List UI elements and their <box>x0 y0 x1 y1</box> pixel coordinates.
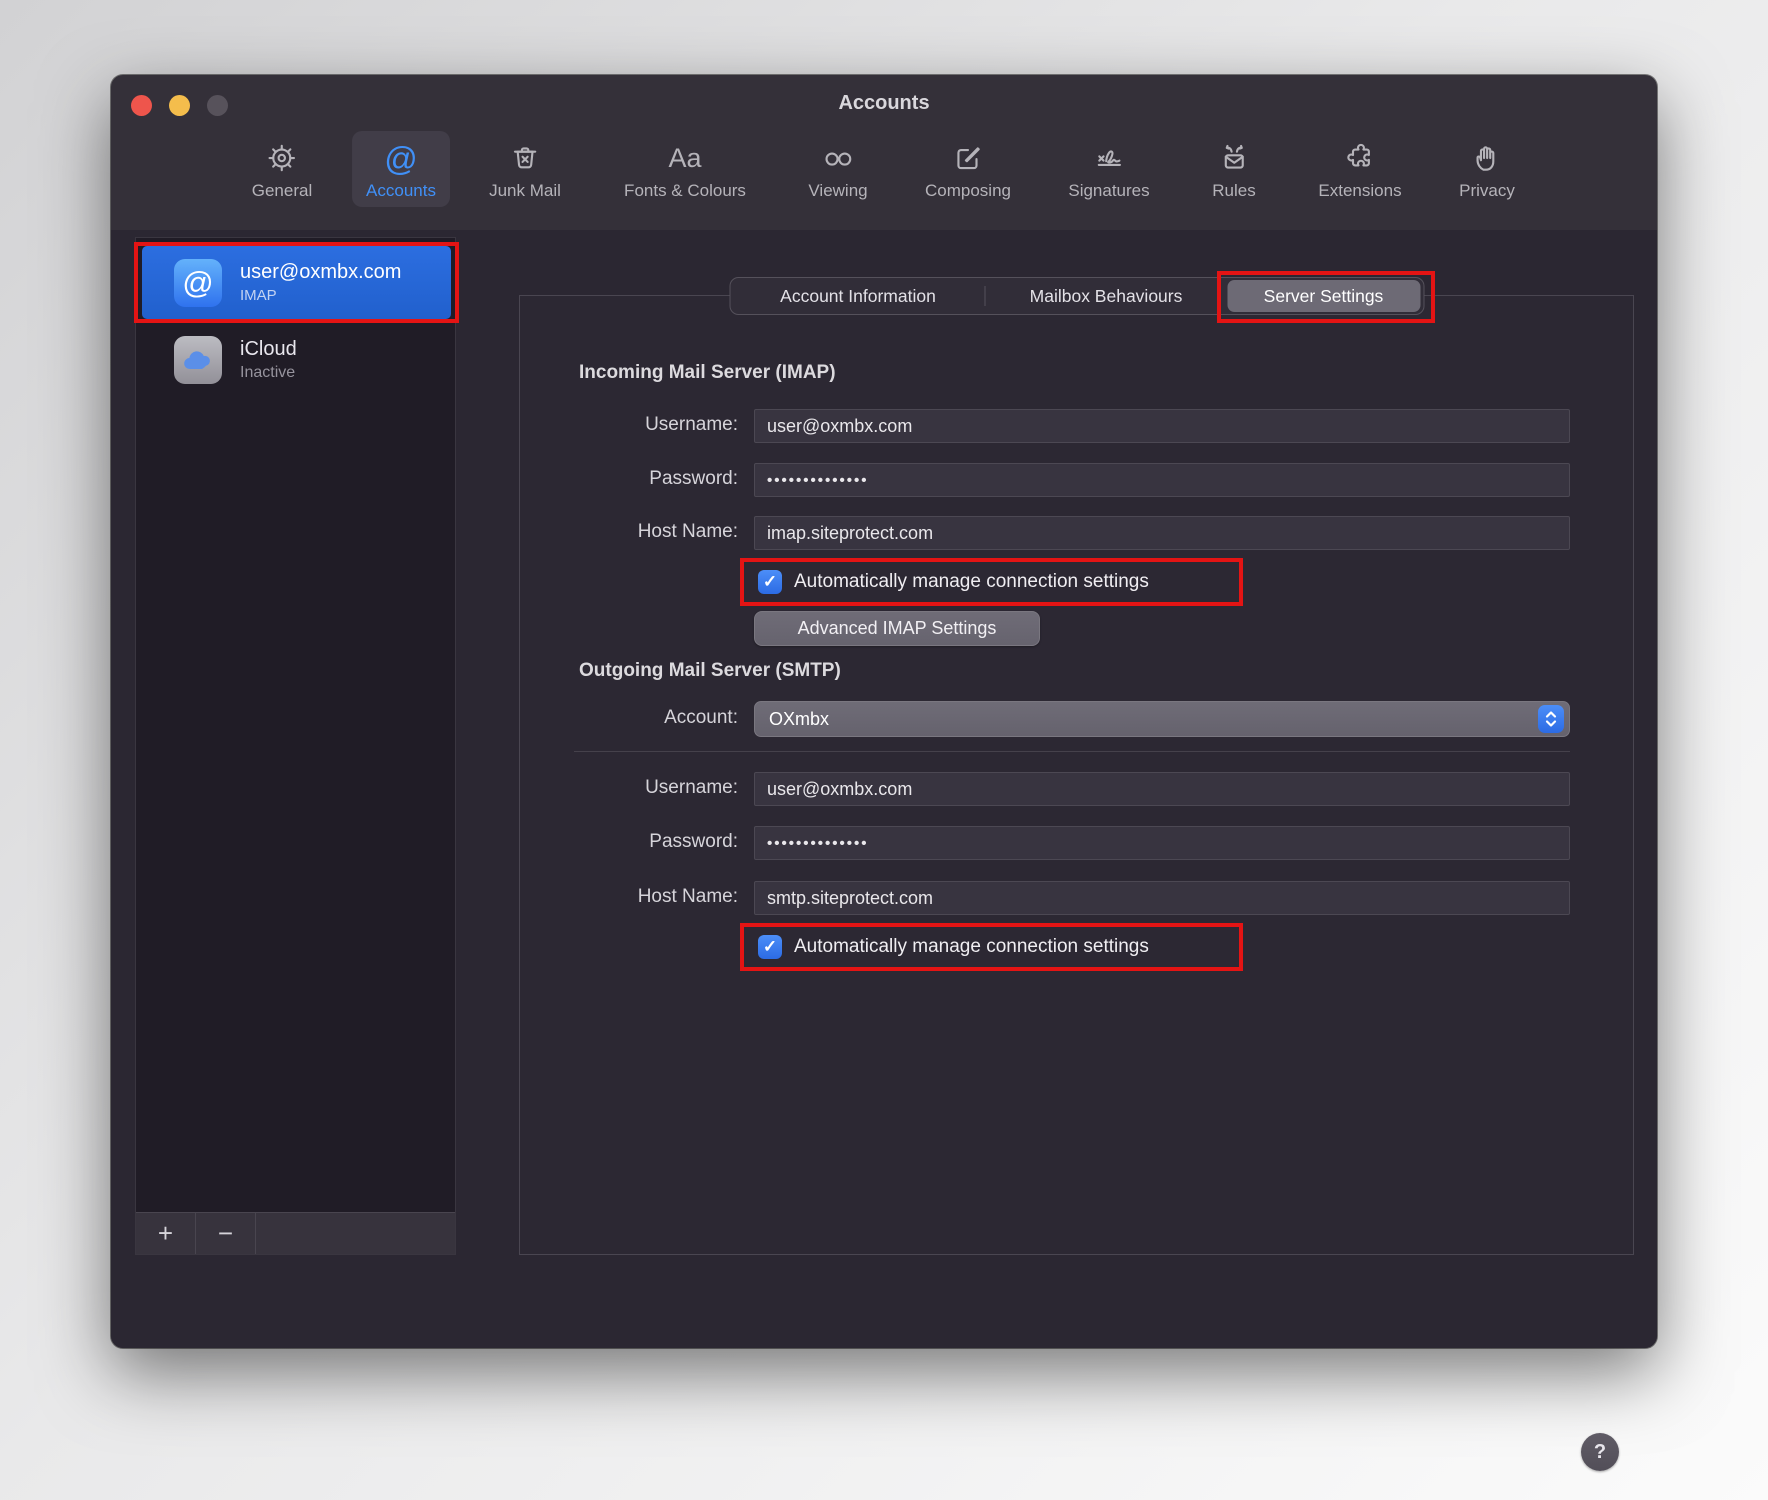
tab-mailbox-behaviours[interactable]: Mailbox Behaviours <box>985 280 1227 312</box>
toolbar-label: Privacy <box>1459 181 1515 201</box>
annotation-box-outgoing-auto-manage: ✓ Automatically manage connection settin… <box>740 923 1243 971</box>
toolbar-item-signatures[interactable]: Signatures <box>1054 131 1163 207</box>
outgoing-hostname-field[interactable] <box>754 881 1570 915</box>
toolbar-item-privacy[interactable]: Privacy <box>1445 131 1529 207</box>
toolbar-label: Accounts <box>366 181 436 201</box>
incoming-username-field[interactable] <box>754 409 1570 443</box>
tab-account-information[interactable]: Account Information <box>732 280 984 312</box>
outgoing-section-heading: Outgoing Mail Server (SMTP) <box>579 660 841 682</box>
accounts-sidebar: @ user@oxmbx.com IMAP iCloud Inactive + … <box>135 237 456 1255</box>
incoming-password-field[interactable] <box>754 463 1570 497</box>
annotation-box-incoming-auto-manage: ✓ Automatically manage connection settin… <box>740 558 1243 606</box>
incoming-section-heading: Incoming Mail Server (IMAP) <box>579 362 836 384</box>
rules-envelope-icon <box>1216 138 1252 178</box>
check-icon: ✓ <box>763 572 777 592</box>
toolbar-label: Fonts & Colours <box>624 181 746 201</box>
remove-account-button[interactable]: − <box>196 1213 256 1254</box>
toolbar-label: Signatures <box>1068 181 1149 201</box>
fonts-icon: Aa <box>668 138 701 178</box>
signature-icon <box>1091 138 1127 178</box>
sidebar-account-oxmbx[interactable]: @ user@oxmbx.com IMAP <box>142 246 451 319</box>
window-title: Accounts <box>111 92 1657 115</box>
hand-icon <box>1470 138 1504 178</box>
preferences-content: @ user@oxmbx.com IMAP iCloud Inactive + … <box>111 230 1657 1348</box>
mail-account-icon: @ <box>174 259 222 307</box>
account-status: Inactive <box>240 364 297 382</box>
glasses-icon <box>820 138 856 178</box>
chevron-up-down-icon <box>1538 705 1564 733</box>
tab-server-settings[interactable]: Server Settings <box>1227 280 1420 312</box>
incoming-auto-manage-label: Automatically manage connection settings <box>794 571 1149 593</box>
puzzle-icon <box>1342 138 1378 178</box>
incoming-hostname-field[interactable] <box>754 516 1570 550</box>
toolbar-item-general[interactable]: General <box>238 131 326 207</box>
incoming-hostname-label: Host Name: <box>520 521 738 543</box>
outgoing-username-field[interactable] <box>754 772 1570 806</box>
icloud-icon <box>174 336 222 384</box>
toolbar-label: General <box>252 181 312 201</box>
advanced-imap-settings-button[interactable]: Advanced IMAP Settings <box>754 611 1040 646</box>
server-settings-panel: Account Information Mailbox Behaviours S… <box>519 295 1634 1255</box>
toolbar-item-accounts[interactable]: @ Accounts <box>352 131 450 207</box>
outgoing-account-popup[interactable]: OXmbx <box>754 701 1570 737</box>
account-type: IMAP <box>240 287 401 304</box>
check-icon: ✓ <box>763 937 777 957</box>
outgoing-account-label: Account: <box>520 707 738 729</box>
incoming-password-label: Password: <box>520 468 738 490</box>
toolbar-label: Viewing <box>808 181 867 201</box>
toolbar-item-junk-mail[interactable]: Junk Mail <box>475 131 575 207</box>
toolbar-label: Rules <box>1212 181 1255 201</box>
toolbar-item-viewing[interactable]: Viewing <box>794 131 881 207</box>
toolbar-item-rules[interactable]: Rules <box>1198 131 1269 207</box>
incoming-username-label: Username: <box>520 414 738 436</box>
mail-preferences-window: Accounts General @ Accounts Junk Mail Aa… <box>111 75 1657 1348</box>
sidebar-action-bar: + − <box>136 1212 455 1254</box>
outgoing-account-value: OXmbx <box>769 709 829 730</box>
help-button[interactable]: ? <box>1581 1433 1619 1471</box>
smtp-divider <box>574 751 1570 752</box>
gear-icon <box>265 138 299 178</box>
account-name: iCloud <box>240 338 297 361</box>
outgoing-username-label: Username: <box>520 777 738 799</box>
account-name: user@oxmbx.com <box>240 261 401 284</box>
preferences-toolbar: General @ Accounts Junk Mail Aa Fonts & … <box>111 129 1657 221</box>
toolbar-label: Composing <box>925 181 1011 201</box>
compose-icon <box>951 138 985 178</box>
outgoing-auto-manage-label: Automatically manage connection settings <box>794 936 1149 958</box>
account-tabs: Account Information Mailbox Behaviours S… <box>729 277 1424 315</box>
outgoing-password-label: Password: <box>520 831 738 853</box>
outgoing-hostname-label: Host Name: <box>520 886 738 908</box>
toolbar-label: Extensions <box>1318 181 1401 201</box>
toolbar-item-extensions[interactable]: Extensions <box>1304 131 1415 207</box>
toolbar-item-fonts-colours[interactable]: Aa Fonts & Colours <box>610 131 760 207</box>
toolbar-label: Junk Mail <box>489 181 561 201</box>
sidebar-account-icloud[interactable]: iCloud Inactive <box>142 323 451 396</box>
junk-mail-icon <box>508 138 542 178</box>
outgoing-password-field[interactable] <box>754 826 1570 860</box>
toolbar-item-composing[interactable]: Composing <box>911 131 1025 207</box>
at-icon: @ <box>384 138 418 178</box>
outgoing-auto-manage-checkbox[interactable]: ✓ <box>758 935 782 959</box>
add-account-button[interactable]: + <box>136 1213 196 1254</box>
incoming-auto-manage-checkbox[interactable]: ✓ <box>758 570 782 594</box>
